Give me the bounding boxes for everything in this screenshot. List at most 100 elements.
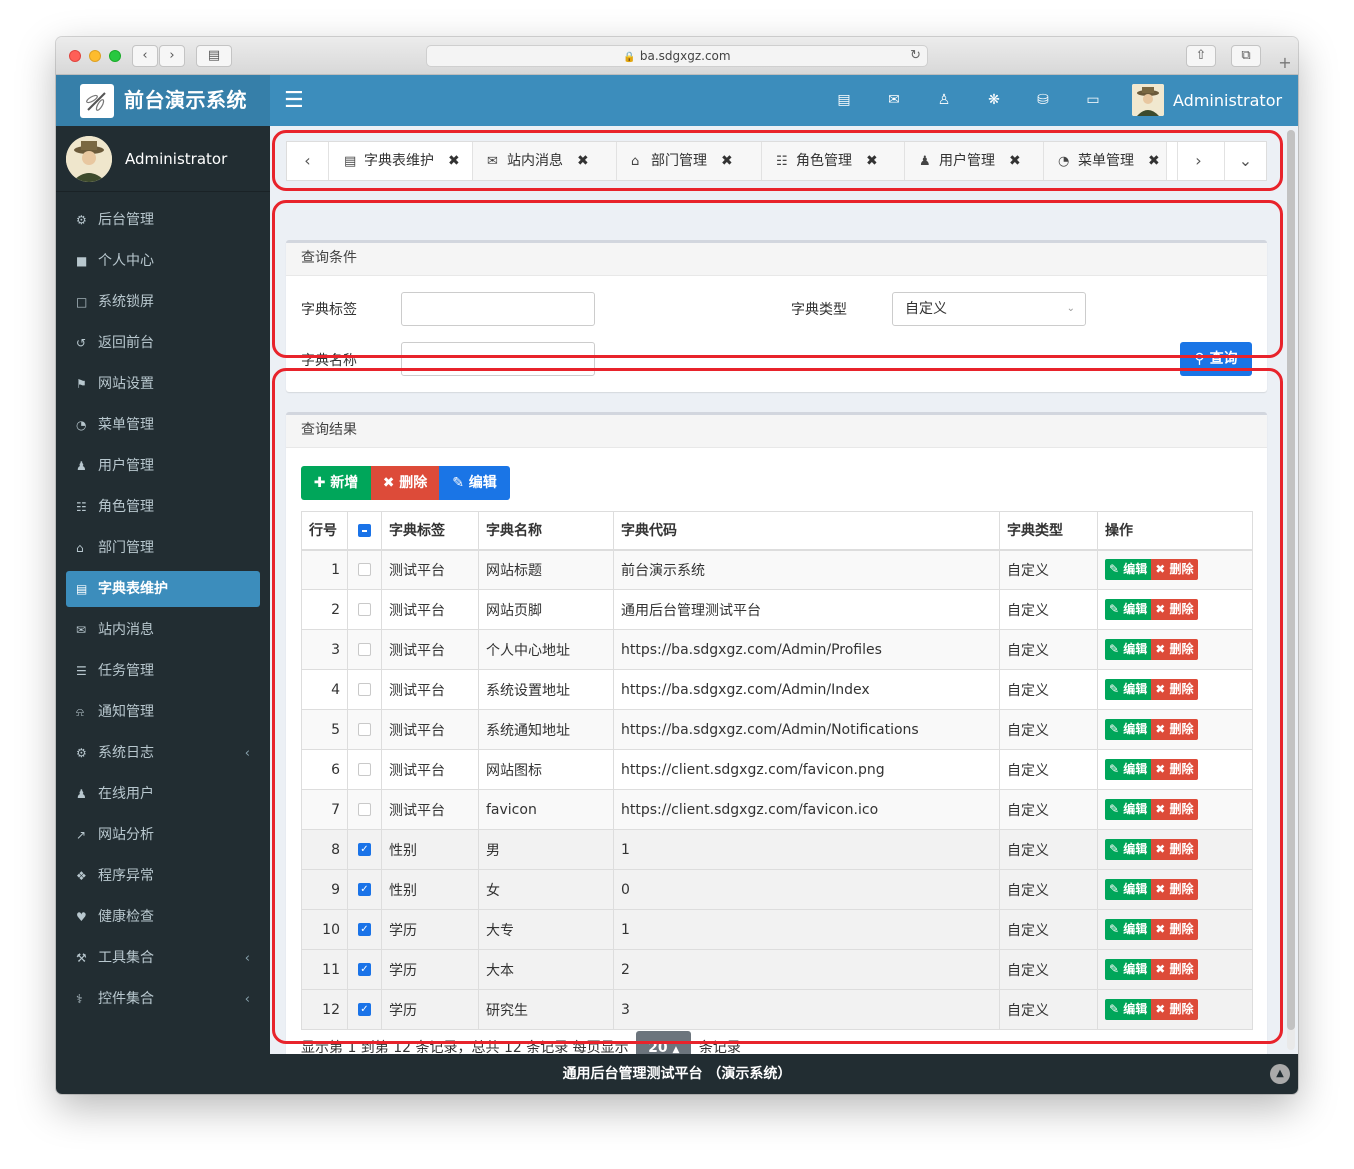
app-header: 前台演示系统 ☰ ▤ ✉ ♙ ❋ ⛁ ▭ Administrator xyxy=(56,75,1298,126)
sidebar-item[interactable]: ■ 个人中心 xyxy=(56,241,270,282)
sidebar-item[interactable]: ↺ 返回前台 xyxy=(56,323,270,364)
lock-icon: 🔒 xyxy=(623,52,636,63)
app-title: 前台演示系统 xyxy=(124,88,247,112)
avatar xyxy=(1132,84,1164,116)
database-icon[interactable]: ⛁ xyxy=(1033,75,1053,126)
url-text: ba.sdgxgz.com xyxy=(639,49,731,63)
sidebar-item-label: 程序异常 xyxy=(98,868,154,884)
sidebar-item-label: 用户管理 xyxy=(98,458,154,474)
sidebar-item-label: 工具集合 xyxy=(98,950,154,966)
tabs-overview-icon[interactable]: ⧉ xyxy=(1231,45,1261,67)
bug-icon[interactable]: ❋ xyxy=(984,75,1004,126)
sidebar-item-label: 个人中心 xyxy=(98,253,154,269)
sidebar-item[interactable]: ⚙ 后台管理 xyxy=(56,200,270,241)
sitemap-icon: ☷ xyxy=(76,500,87,514)
sidebar-item[interactable]: □ 系统锁屏 xyxy=(56,282,270,323)
gavel-icon: ⚒ xyxy=(76,951,87,965)
bank-icon: ⌂ xyxy=(76,541,84,555)
sidebar-item[interactable]: ⍾ 通知管理 xyxy=(56,692,270,733)
sidebar: Administrator ⚙ 后台管理 ■ 个人中心 □ 系统锁屏 ↺ 返回前台 ⚑ 网站设置 ◔… xyxy=(56,126,270,1054)
cogs-icon: ⚙ xyxy=(76,746,87,760)
return-icon: ↺ xyxy=(76,336,87,350)
dragonfly-logo-icon xyxy=(80,84,114,118)
bell-icon: ⍾ xyxy=(76,705,84,719)
header-username: Administrator xyxy=(1173,91,1283,110)
back-button[interactable]: ‹ xyxy=(132,45,158,67)
briefcase-icon: ■ xyxy=(76,254,88,268)
footer-text: 通用后台管理测试平台 （演示系统） xyxy=(562,1066,792,1082)
sidebar-item[interactable]: ☷ 角色管理 xyxy=(56,487,270,528)
highlight-query-box xyxy=(272,200,1283,358)
menu-toggle-icon[interactable]: ☰ xyxy=(284,75,304,126)
browser-window: ‹ › ▤ 🔒 ba.sdgxgz.com ↻ ⇧ ⧉ + 前台演示系统 ☰ ▤ … xyxy=(56,37,1298,1094)
minimize-window-button[interactable] xyxy=(89,50,101,62)
sidebar-item-label: 菜单管理 xyxy=(98,417,154,433)
sidebar-item[interactable]: ♟ 在线用户 xyxy=(56,774,270,815)
highlight-result-box xyxy=(272,368,1283,1044)
new-tab-icon[interactable]: + xyxy=(1272,51,1298,75)
tasks-icon[interactable]: ▤ xyxy=(834,75,854,126)
sidebar-item[interactable]: ⚙ 系统日志 ‹ xyxy=(56,733,270,774)
sidebar-item-label: 字典表维护 xyxy=(98,581,168,597)
monitor-icon[interactable]: ▭ xyxy=(1083,75,1103,126)
sidebar-item-label: 控件集合 xyxy=(98,991,154,1007)
sidebar-item-label: 网站分析 xyxy=(98,827,154,843)
sidebar-item[interactable]: ♥ 健康检查 xyxy=(56,897,270,938)
sidebar-item-label: 任务管理 xyxy=(98,663,154,679)
sidebar-item-label: 网站设置 xyxy=(98,376,154,392)
scroll-to-top-icon[interactable]: ▲ xyxy=(1270,1064,1290,1084)
calendar-icon: □ xyxy=(76,295,88,309)
sidebar-item[interactable]: ⚕ 控件集合 ‹ xyxy=(56,979,270,1020)
sidebar-item-label: 站内消息 xyxy=(98,622,154,638)
zoom-window-button[interactable] xyxy=(109,50,121,62)
flag-icon: ⚑ xyxy=(76,377,87,391)
reload-icon[interactable]: ↻ xyxy=(910,46,921,66)
book-icon: ▤ xyxy=(76,582,88,596)
sidebar-user-panel: Administrator xyxy=(56,126,270,192)
sidebar-item[interactable]: ◔ 菜单管理 xyxy=(56,405,270,446)
sidebar-item[interactable]: ♟ 用户管理 xyxy=(56,446,270,487)
avatar xyxy=(66,136,112,182)
logo[interactable]: 前台演示系统 xyxy=(56,75,270,126)
sidebar-item[interactable]: ⌂ 部门管理 xyxy=(56,528,270,569)
app-footer: 通用后台管理测试平台 （演示系统） ▲ xyxy=(56,1054,1298,1094)
sidebar-item[interactable]: ☰ 任务管理 xyxy=(56,651,270,692)
sidebar-item-label: 在线用户 xyxy=(98,786,154,802)
sidebar-item[interactable]: ⚒ 工具集合 ‹ xyxy=(56,938,270,979)
user-icon: ♟ xyxy=(76,459,87,473)
address-bar[interactable]: 🔒 ba.sdgxgz.com ↻ xyxy=(426,45,928,67)
sidebar-item[interactable]: ✉ 站内消息 xyxy=(56,610,270,651)
sidebar-item-label: 系统锁屏 xyxy=(98,294,154,310)
sidebar-item[interactable]: ▤ 字典表维护 xyxy=(66,571,260,607)
browser-titlebar: ‹ › ▤ 🔒 ba.sdgxgz.com ↻ ⇧ ⧉ + xyxy=(56,37,1298,75)
stethoscope-icon: ⚕ xyxy=(76,992,83,1006)
gear-icon: ⚙ xyxy=(76,213,87,227)
chevron-left-icon: ‹ xyxy=(244,992,250,1007)
forward-button[interactable]: › xyxy=(159,45,185,67)
tasks-icon: ☰ xyxy=(76,664,87,678)
user-plus-icon[interactable]: ♙ xyxy=(934,75,954,126)
line-chart-icon: ↗ xyxy=(76,828,87,842)
envelope-icon[interactable]: ✉ xyxy=(884,75,904,126)
envelope-icon: ✉ xyxy=(76,623,87,637)
sidebar-item[interactable]: ↗ 网站分析 xyxy=(56,815,270,856)
users-icon: ♟ xyxy=(76,787,87,801)
chevron-left-icon: ‹ xyxy=(244,951,250,966)
dashboard-icon: ◔ xyxy=(76,418,87,432)
content-scrollbar[interactable] xyxy=(1287,130,1295,1050)
sidebar-toggle-icon[interactable]: ▤ xyxy=(196,45,232,67)
sidebar-item[interactable]: ⚑ 网站设置 xyxy=(56,364,270,405)
sidebar-item-label: 通知管理 xyxy=(98,704,154,720)
sidebar-item-label: 部门管理 xyxy=(98,540,154,556)
sidebar-item-label: 健康检查 xyxy=(98,909,154,925)
scrollbar-thumb[interactable] xyxy=(1287,130,1295,1030)
cubes-icon: ❖ xyxy=(76,869,87,883)
heartbeat-icon: ♥ xyxy=(76,910,87,924)
sidebar-item[interactable]: ❖ 程序异常 xyxy=(56,856,270,897)
sidebar-item-label: 系统日志 xyxy=(98,745,154,761)
sidebar-username: Administrator xyxy=(125,150,228,168)
close-window-button[interactable] xyxy=(69,50,81,62)
share-icon[interactable]: ⇧ xyxy=(1186,45,1216,67)
highlight-tabbar xyxy=(272,130,1283,191)
sidebar-menu: ⚙ 后台管理 ■ 个人中心 □ 系统锁屏 ↺ 返回前台 ⚑ 网站设置 ◔ 菜单管理 ♟ 用户管理 ☷ 角色管理… xyxy=(56,200,270,1020)
